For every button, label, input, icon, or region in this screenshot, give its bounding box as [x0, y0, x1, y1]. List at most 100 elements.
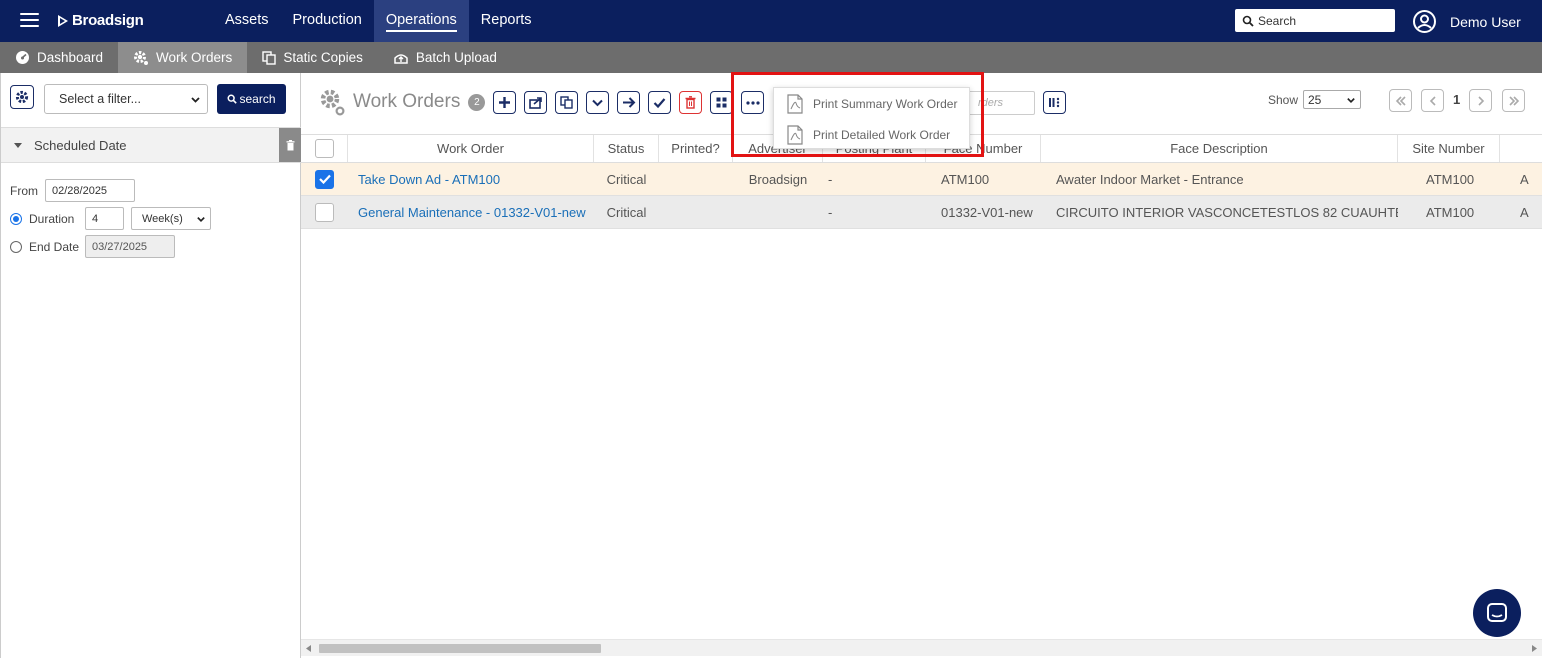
next-page-button[interactable]: [1469, 89, 1492, 112]
nav-production[interactable]: Production: [281, 0, 374, 42]
duration-radio[interactable]: [10, 212, 22, 225]
forward-button[interactable]: [617, 91, 640, 114]
complete-button[interactable]: [648, 91, 671, 114]
header-printed[interactable]: Printed?: [659, 135, 733, 162]
search-icon: [1242, 15, 1254, 27]
copy-icon: [262, 50, 277, 65]
horizontal-scrollbar[interactable]: [301, 639, 1542, 656]
dashboard-icon: [16, 51, 29, 64]
filter-sidebar: Select a filter... search Scheduled Date…: [0, 73, 301, 658]
subnav-work-orders[interactable]: Work Orders: [118, 42, 248, 73]
page-size-select[interactable]: 25: [1303, 90, 1361, 109]
duration-input[interactable]: 4: [85, 207, 124, 230]
nav-reports[interactable]: Reports: [469, 0, 544, 42]
user-menu[interactable]: Demo User: [1412, 9, 1521, 34]
from-label: From: [10, 183, 38, 198]
from-date-input[interactable]: 02/28/2025: [45, 179, 135, 202]
work-order-link[interactable]: Take Down Ad - ATM100: [358, 172, 500, 187]
cell-work-order: General Maintenance - 01332-V01-new: [348, 196, 594, 228]
user-avatar-icon: [1413, 10, 1436, 33]
plus-icon: [499, 97, 510, 108]
header-status[interactable]: Status: [594, 135, 659, 162]
work-order-link[interactable]: General Maintenance - 01332-V01-new: [358, 205, 586, 220]
nav-operations[interactable]: Operations: [373, 0, 469, 42]
scrollbar-thumb[interactable]: [319, 644, 601, 653]
duplicate-button[interactable]: [555, 91, 578, 114]
add-work-order-button[interactable]: [493, 91, 516, 114]
remove-filter-button[interactable]: [279, 128, 301, 162]
cell-extra: A: [1520, 171, 1529, 187]
subnav-work-orders-label: Work Orders: [156, 50, 233, 65]
page-size-value: 25: [1308, 92, 1322, 107]
header-site-number[interactable]: Site Number: [1398, 135, 1500, 162]
filter-settings-button[interactable]: [10, 85, 34, 109]
end-date-input: 03/27/2025: [85, 235, 175, 258]
work-order-count-badge: 2: [468, 93, 486, 111]
double-chevron-right-icon: [1508, 95, 1519, 106]
broadsign-logo[interactable]: Broadsign: [57, 12, 144, 29]
cell-face-description: Awater Indoor Market - Entrance: [1056, 171, 1244, 187]
cell-posting-plant: -: [828, 171, 833, 187]
subnav-static-copies[interactable]: Static Copies: [247, 42, 378, 73]
first-page-button[interactable]: [1389, 89, 1412, 112]
hamburger-menu-icon[interactable]: [20, 13, 39, 28]
columns-button[interactable]: [1043, 91, 1066, 114]
logo-mark-icon: [58, 14, 68, 27]
chevron-right-icon: [1477, 95, 1484, 106]
grid-icon: [716, 97, 727, 108]
logo-text: Broadsign: [72, 12, 144, 29]
filter-search-label: search: [239, 92, 276, 106]
scroll-left-icon: [306, 645, 311, 652]
header-face-description[interactable]: Face Description: [1041, 135, 1398, 162]
filter-select[interactable]: Select a filter...: [44, 84, 208, 114]
checkmark-icon: [318, 174, 331, 184]
subnav-dashboard[interactable]: Dashboard: [0, 42, 118, 73]
select-all-cell: [301, 135, 348, 162]
global-search-input[interactable]: Search: [1235, 9, 1395, 32]
upload-icon: [394, 53, 408, 64]
gear-icon: [134, 50, 149, 65]
expand-button[interactable]: [586, 91, 609, 114]
delete-button[interactable]: [679, 91, 702, 114]
cell-posting-plant: -: [828, 204, 833, 220]
duration-unit-value: Week(s): [142, 212, 183, 225]
row-select-cell: [301, 196, 348, 228]
scheduled-date-header[interactable]: Scheduled Date: [1, 127, 301, 163]
cell-extra: A: [1520, 204, 1529, 220]
header-extra: [1500, 135, 1542, 162]
share-icon: [528, 97, 542, 109]
trash-icon: [685, 96, 696, 109]
duration-row: Duration 4 Week(s): [10, 207, 211, 230]
nav-assets[interactable]: Assets: [213, 0, 281, 42]
table-row[interactable]: Take Down Ad - ATM100 Critical Broadsign…: [301, 163, 1542, 196]
chat-launcher-button[interactable]: [1473, 589, 1521, 637]
end-date-row: End Date 03/27/2025: [10, 235, 175, 258]
header-work-order[interactable]: Work Order: [348, 135, 594, 162]
last-page-button[interactable]: [1502, 89, 1525, 112]
table-row[interactable]: General Maintenance - 01332-V01-new Crit…: [301, 196, 1542, 229]
select-all-checkbox[interactable]: [314, 139, 334, 158]
duration-unit-select[interactable]: Week(s): [131, 207, 211, 230]
highlight-box: [731, 72, 984, 157]
prev-page-button[interactable]: [1421, 89, 1444, 112]
global-search-placeholder: Search: [1258, 13, 1297, 28]
double-chevron-left-icon: [1395, 95, 1406, 106]
scheduled-date-title: Scheduled Date: [34, 137, 127, 153]
end-date-radio[interactable]: [10, 240, 22, 253]
chevron-down-icon: [1347, 98, 1355, 103]
row-checkbox[interactable]: [315, 169, 334, 189]
page-title-area: Work Orders 2: [319, 88, 486, 116]
from-row: From 02/28/2025: [10, 179, 135, 202]
user-name: Demo User: [1450, 13, 1521, 30]
filter-search-button[interactable]: search: [217, 84, 286, 114]
cell-site-number: ATM100: [1426, 204, 1475, 220]
grid-view-button[interactable]: [710, 91, 733, 114]
export-button[interactable]: [524, 91, 547, 114]
filter-select-value: Select a filter...: [59, 92, 141, 106]
subnav-static-copies-label: Static Copies: [283, 50, 363, 65]
row-checkbox[interactable]: [315, 202, 334, 222]
work-orders-panel: Work Orders 2 rders Show 25 1 Work Order…: [301, 73, 1542, 658]
scroll-right-icon: [1532, 645, 1537, 652]
chevron-down-icon: [197, 217, 205, 222]
subnav-batch-upload[interactable]: Batch Upload: [378, 42, 512, 73]
